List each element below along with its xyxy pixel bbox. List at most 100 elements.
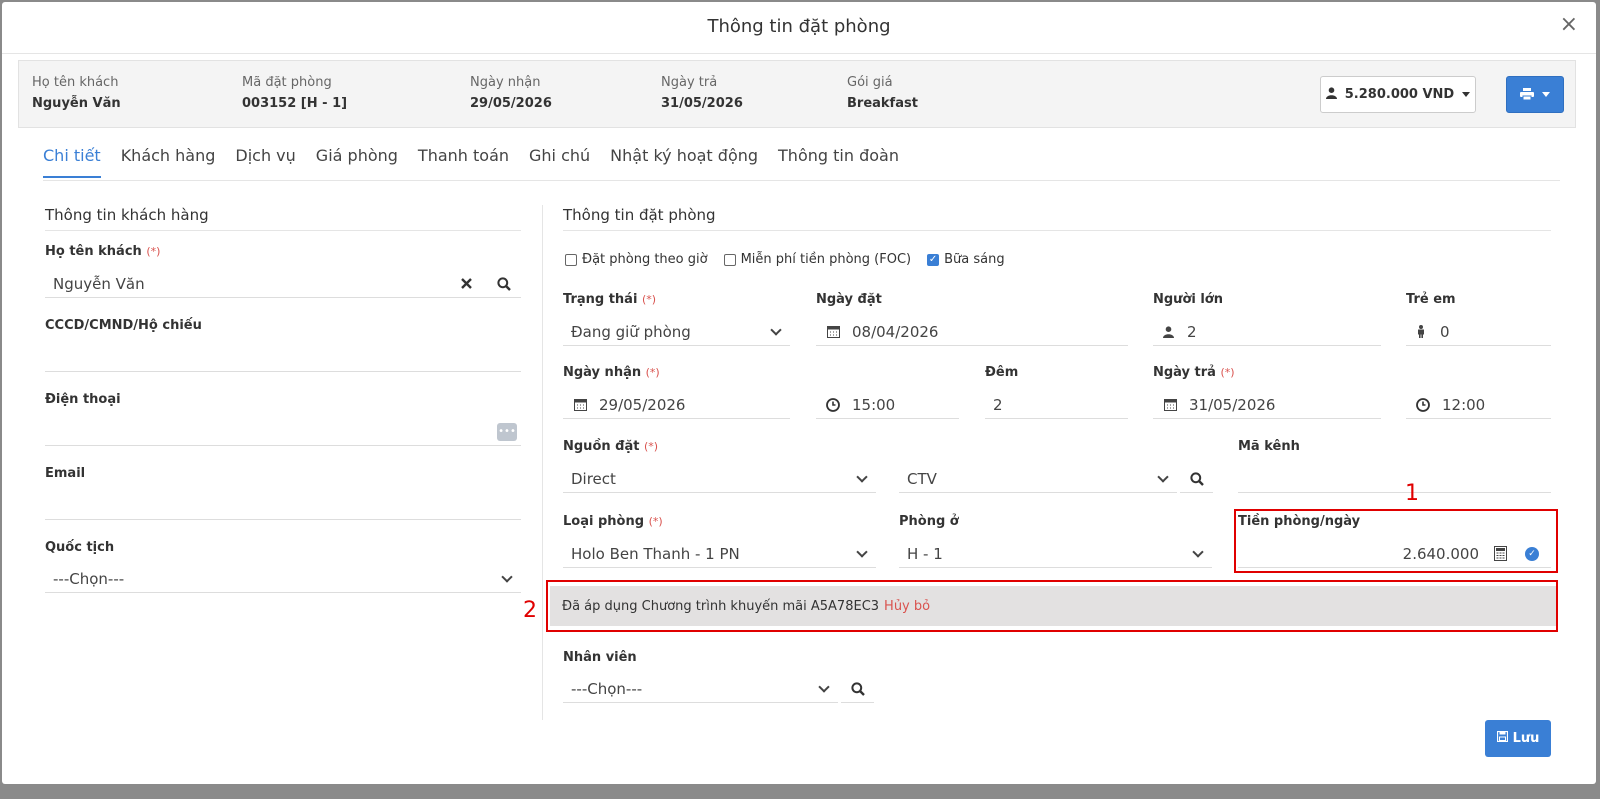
checkout-time-field[interactable]: 12:00 [1406, 391, 1551, 419]
search-icon[interactable] [493, 276, 515, 291]
customer-section-title: Thông tin khách hàng [45, 206, 209, 224]
tab-group-info[interactable]: Thông tin đoàn [778, 146, 899, 178]
source-search-button[interactable] [1180, 465, 1213, 493]
nationality-label: Quốc tịch [45, 540, 115, 555]
source-label: Nguồn đặt (*) [563, 439, 659, 454]
user-icon [1157, 325, 1179, 338]
calendar-icon [822, 325, 844, 338]
children-label: Trẻ em [1406, 292, 1456, 307]
nationality-select[interactable]: ---Chọn--- [45, 565, 521, 593]
clock-icon [1412, 397, 1434, 412]
tab-activity-log[interactable]: Nhật ký hoạt động [610, 146, 758, 178]
status-select[interactable]: Đang giữ phòng [563, 318, 790, 346]
status-label: Trạng thái (*) [563, 292, 657, 307]
total-price-dropdown[interactable]: 5.280.000 VND [1320, 76, 1476, 113]
chevron-down-icon [770, 323, 782, 336]
phone-field[interactable]: ••• [45, 418, 521, 446]
more-icon[interactable]: ••• [497, 422, 517, 441]
adults-label: Người lớn [1153, 292, 1223, 307]
child-icon [1410, 325, 1432, 338]
children-field[interactable]: 0 [1406, 318, 1551, 346]
tab-customers[interactable]: Khách hàng [121, 146, 216, 178]
modal-header: Thông tin đặt phòng × [2, 2, 1596, 54]
email-label: Email [45, 466, 86, 481]
column-divider [542, 205, 543, 720]
chevron-down-icon [1192, 545, 1204, 558]
staff-label: Nhân viên [563, 650, 637, 665]
calendar-icon [1159, 398, 1181, 411]
source-select[interactable]: Direct [563, 465, 876, 493]
summary-checkout: Ngày trả 31/05/2026 [661, 75, 743, 111]
summary-code: Mã đặt phòng 003152 [H - 1] [242, 75, 348, 111]
caret-down-icon [1462, 92, 1471, 97]
calendar-icon [569, 398, 591, 411]
booking-options: Đặt phòng theo giờ Miễn phí tiền phòng (… [565, 252, 1005, 267]
divider [563, 230, 1551, 231]
summary-guest: Họ tên khách Nguyễn Văn [32, 75, 121, 111]
channel-code-label: Mã kênh [1238, 439, 1300, 454]
tab-bar: Chi tiết Khách hàng Dịch vụ Giá phòng Th… [43, 146, 899, 178]
adults-field[interactable]: 2 [1153, 318, 1381, 346]
booked-date-label: Ngày đặt [816, 292, 882, 307]
checkbox-unchecked[interactable] [723, 253, 736, 266]
room-type-label: Loại phòng (*) [563, 514, 663, 529]
checkout-date-field[interactable]: 31/05/2026 [1153, 391, 1381, 419]
nights-label: Đêm [985, 365, 1019, 380]
save-icon [1496, 730, 1508, 746]
annotation-2: 2 [523, 598, 537, 623]
channel-code-field[interactable] [1238, 465, 1551, 493]
nights-field[interactable]: 2 [985, 391, 1128, 419]
checkout-label: Ngày trả (*) [1153, 365, 1235, 380]
checkin-time-field[interactable]: 15:00 [816, 391, 959, 419]
room-label: Phòng ở [899, 514, 959, 529]
tab-services[interactable]: Dịch vụ [235, 146, 295, 178]
chevron-down-icon [856, 470, 868, 483]
divider [45, 230, 521, 231]
search-icon[interactable] [1186, 471, 1208, 486]
booked-date-field[interactable]: 08/04/2026 [816, 318, 1128, 346]
staff-search-button[interactable] [841, 675, 874, 703]
chevron-down-icon [818, 680, 830, 693]
id-number-field[interactable] [45, 344, 521, 372]
hourly-checkbox[interactable]: Đặt phòng theo giờ [565, 252, 708, 267]
annotation-1: 1 [1405, 481, 1419, 506]
search-icon[interactable] [847, 681, 869, 696]
email-field[interactable] [45, 492, 521, 520]
guest-name-label: Họ tên khách (*) [45, 244, 161, 259]
tab-room-price[interactable]: Giá phòng [316, 146, 398, 178]
phone-label: Điện thoại [45, 392, 121, 407]
chevron-down-icon [856, 545, 868, 558]
tab-notes[interactable]: Ghi chú [529, 146, 590, 178]
clock-icon [822, 397, 844, 412]
chevron-down-icon [1157, 470, 1169, 483]
staff-select[interactable]: ---Chọn--- [563, 675, 838, 703]
breakfast-checkbox[interactable]: ✓ Bữa sáng [927, 252, 1005, 267]
checkbox-checked-icon[interactable]: ✓ [927, 253, 940, 266]
user-icon [1325, 86, 1337, 103]
tab-payment[interactable]: Thanh toán [418, 146, 509, 178]
total-price: 5.280.000 VND [1344, 87, 1455, 102]
chevron-down-icon [501, 570, 513, 583]
print-button[interactable] [1506, 76, 1564, 113]
clear-icon[interactable] [455, 278, 477, 289]
caret-down-icon [1542, 92, 1550, 97]
booking-section-title: Thông tin đặt phòng [563, 206, 716, 224]
highlight-box-1 [1234, 509, 1558, 573]
checkin-label: Ngày nhận (*) [563, 365, 660, 380]
save-button[interactable]: Lưu [1485, 720, 1551, 757]
tabs-divider [43, 180, 1560, 181]
checkin-date-field[interactable]: 29/05/2026 [563, 391, 790, 419]
summary-rate: Gói giá Breakfast [847, 75, 918, 111]
print-icon [1520, 85, 1534, 104]
id-number-label: CCCD/CMND/Hộ chiếu [45, 318, 202, 333]
checkbox-unchecked[interactable] [565, 253, 577, 266]
modal-title: Thông tin đặt phòng [707, 16, 891, 37]
room-type-select[interactable]: Holo Ben Thanh - 1 PN [563, 540, 876, 568]
sub-source-select[interactable]: CTV [899, 465, 1177, 493]
room-select[interactable]: H - 1 [899, 540, 1212, 568]
summary-checkin: Ngày nhận 29/05/2026 [470, 75, 552, 111]
tab-details[interactable]: Chi tiết [43, 146, 101, 178]
foc-checkbox[interactable]: Miễn phí tiền phòng (FOC) [723, 252, 911, 267]
close-icon[interactable]: × [1560, 14, 1578, 36]
guest-name-field[interactable]: Nguyễn Văn [45, 270, 521, 298]
